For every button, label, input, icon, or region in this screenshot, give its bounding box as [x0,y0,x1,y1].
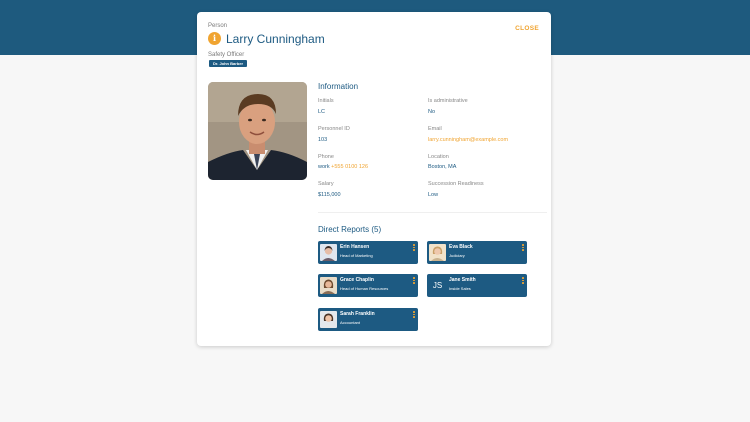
phone-label: Phone [318,154,334,160]
report-name: Erin Hansen [340,244,370,250]
section-divider [318,212,547,213]
personnel-id-label: Personnel ID [318,126,350,132]
avatar-image [320,244,337,261]
report-card[interactable]: Sarah Franklin Accountant [318,308,418,331]
report-card[interactable]: Erin Hansen Head of Marketing [318,241,418,264]
avatar [320,244,337,261]
report-card[interactable]: Eva Black Judiciary [427,241,527,264]
more-options-icon[interactable] [522,277,524,284]
direct-reports-title: Direct Reports (5) [318,225,382,234]
more-options-icon[interactable] [413,311,415,318]
report-card[interactable]: Grace Chaplin Head of Human Resources [318,274,418,297]
succession-label: Succession Readiness [428,181,484,187]
report-title: Judiciary [449,253,465,258]
manager-chip[interactable]: Dr. John Barber [209,60,248,67]
report-title: Head of Marketing [340,253,373,258]
is-admin-label: Is administrative [428,98,468,104]
report-name: Grace Chaplin [340,277,374,283]
report-card[interactable]: JS Jane Smith Inside Sales [427,274,527,297]
information-title: Information [318,82,359,91]
salary-value: $115,000 [318,192,341,198]
report-title: Inside Sales [449,286,471,291]
is-admin-value: No [428,109,436,115]
avatar [320,311,337,328]
succession-value: Low [428,192,439,198]
salary-label: Salary [318,181,334,187]
phone-link[interactable]: +555 0100 126 [331,164,368,170]
location-value: Boston, MA [428,164,457,170]
info-icon: i [208,32,221,45]
avatar-image [429,244,446,261]
more-options-icon[interactable] [413,244,415,251]
avatar [429,244,446,261]
report-name: Sarah Franklin [340,311,375,317]
phone-type: work [318,164,330,170]
avatar-initials: JS [432,281,443,290]
person-photo [208,82,307,180]
report-title: Head of Human Resources [340,286,389,291]
avatar [320,277,337,294]
person-detail-card: Person i Larry Cunningham CLOSE Safety O… [197,12,551,346]
avatar-image [320,311,337,328]
report-name: Eva Black [449,244,473,250]
email-label: Email [428,126,442,132]
avatar-image [320,277,337,294]
more-options-icon[interactable] [522,244,524,251]
person-role: Safety Officer [208,52,245,58]
report-name: Jane Smith [449,277,476,283]
location-label: Location [428,154,449,160]
portrait-image [208,82,307,180]
close-button[interactable]: CLOSE [515,25,539,32]
initials-label: Initials [318,98,334,104]
personnel-id-value: 103 [318,137,328,143]
report-title: Accountant [340,320,361,325]
email-link[interactable]: larry.cunningham@example.com [428,137,508,143]
phone-value: work +555 0100 126 [318,164,368,170]
more-options-icon[interactable] [413,277,415,284]
record-type-label: Person [208,23,228,29]
person-name: Larry Cunningham [226,32,325,46]
initials-value: LC [318,109,326,115]
